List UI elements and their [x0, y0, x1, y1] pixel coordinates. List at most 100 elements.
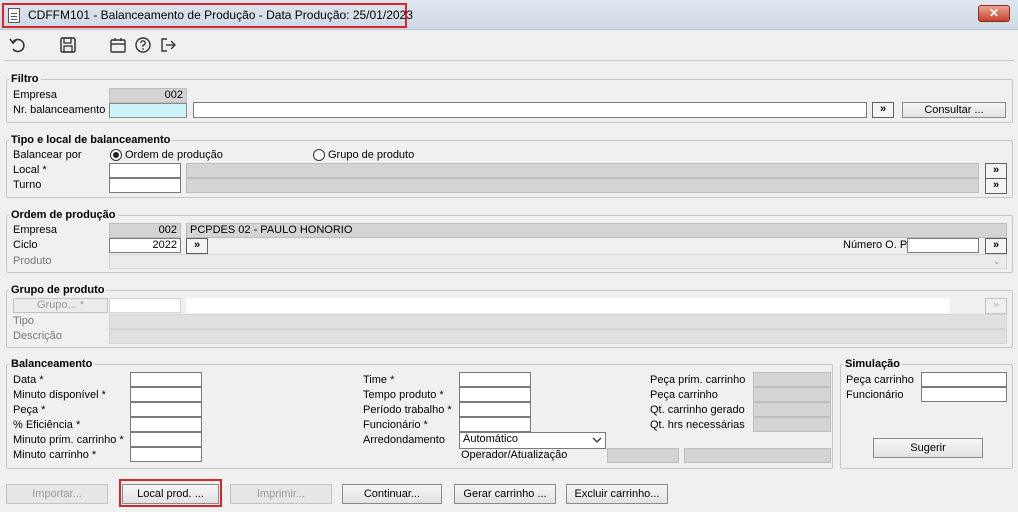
close-button[interactable]: ✕ [978, 5, 1010, 22]
op-empresa-nome-field: PCPDES 02 - PAULO HONORIO [186, 223, 1007, 238]
filtro-legend: Filtro [11, 73, 39, 85]
tempo-produto-input[interactable] [459, 387, 531, 402]
turno-input[interactable] [109, 178, 181, 193]
periodo-trabalho-label: Período trabalho * [363, 404, 452, 416]
document-icon [8, 8, 20, 23]
nr-balanceamento-lookup-button[interactable]: » [872, 102, 894, 118]
balancear-por-label: Balancear por [13, 149, 82, 161]
gerar-carrinho-button[interactable]: Gerar carrinho ... [454, 484, 556, 504]
ciclo-input[interactable]: 2022 [109, 238, 181, 253]
calendar-icon[interactable] [108, 35, 128, 55]
tipo-local-legend: Tipo e local de balanceamento [11, 134, 171, 146]
funcionario-input[interactable] [459, 417, 531, 432]
radio-grupo-produto-label[interactable]: Grupo de produto [328, 149, 414, 162]
turno-descricao-field [186, 178, 979, 193]
qt-hrs-necessarias-field [753, 417, 831, 432]
imprimir-button: Imprimir... [230, 484, 332, 504]
data-input[interactable] [130, 372, 202, 387]
peca-prim-carrinho-label: Peça prim. carrinho [650, 374, 746, 386]
importar-button: Importar... [6, 484, 108, 504]
time-input[interactable] [459, 372, 531, 387]
turno-label: Turno [13, 179, 42, 191]
arredondamento-value: Automático [463, 433, 519, 445]
continuar-button[interactable]: Continuar... [342, 484, 442, 504]
minuto-carrinho-label: Minuto carrinho * [13, 449, 97, 461]
sim-peca-carrinho-label: Peça carrinho [846, 374, 914, 386]
simulacao-legend: Simulação [845, 358, 901, 370]
peca-carrinho-field [753, 387, 831, 402]
operador-field [607, 448, 679, 463]
radio-ordem-producao[interactable] [110, 149, 122, 161]
produto-label: Produto [13, 255, 52, 267]
periodo-trabalho-input[interactable] [459, 402, 531, 417]
sim-funcionario-label: Funcionário [846, 389, 904, 401]
local-descricao-field [186, 163, 979, 178]
ordem-producao-legend: Ordem de produção [11, 209, 116, 221]
grupo-lookup-button: » [985, 298, 1007, 314]
numero-op-lookup-button[interactable]: » [985, 238, 1007, 254]
time-label: Time * [363, 374, 395, 386]
tempo-produto-label: Tempo produto * [363, 389, 444, 401]
radio-ordem-producao-label[interactable]: Ordem de produção [125, 149, 223, 162]
sim-funcionario-input[interactable] [921, 387, 1007, 402]
consultar-button[interactable]: Consultar ... [902, 102, 1006, 118]
empresa-label: Empresa [13, 89, 58, 101]
tipo-field [109, 314, 1007, 329]
funcionario-label: Funcionário * [363, 419, 428, 431]
operador-label: Operador/Atualização [461, 449, 568, 461]
grupo-input [109, 298, 181, 313]
op-empresa-label: Empresa [13, 224, 58, 236]
local-label: Local * [13, 164, 47, 176]
data-label: Data * [13, 374, 44, 386]
peca-label: Peça * [13, 404, 46, 416]
nr-balanceamento-input[interactable] [109, 103, 187, 118]
toolbar-separator [4, 60, 1014, 61]
peca-input[interactable] [130, 402, 202, 417]
window-title: CDFFM101 - Balanceamento de Produção - D… [28, 8, 413, 22]
minuto-disponivel-input[interactable] [130, 387, 202, 402]
grupo-descricao-field [186, 298, 950, 313]
filtro-empresa-field: 002 [109, 88, 187, 103]
arredondamento-select[interactable]: Automático [459, 432, 606, 449]
excluir-carrinho-button[interactable]: Excluir carrinho... [566, 484, 668, 504]
save-icon[interactable] [58, 35, 78, 55]
local-prod-button[interactable]: Local prod. ... [122, 484, 219, 504]
peca-prim-carrinho-field [753, 372, 831, 387]
grupo-button: Grupo... * [13, 298, 108, 313]
descricao-field [109, 329, 1007, 344]
turno-lookup-button[interactable]: » [985, 178, 1007, 194]
numero-op-input[interactable] [907, 238, 979, 253]
descricao-label: Descrição [13, 330, 62, 342]
sugerir-button[interactable]: Sugerir [873, 438, 983, 458]
minuto-disponivel-label: Minuto disponível * [13, 389, 106, 401]
qt-carrinho-gerado-field [753, 402, 831, 417]
produto-select [109, 254, 1007, 269]
ciclo-lookup-button[interactable]: » [186, 238, 208, 254]
tipo-label: Tipo [13, 315, 34, 327]
local-lookup-button[interactable]: » [985, 163, 1007, 179]
nr-balanceamento-label: Nr. balanceamento [13, 104, 106, 116]
sim-peca-carrinho-input[interactable] [921, 372, 1007, 387]
arredondamento-label: Arredondamento [363, 434, 445, 446]
qt-hrs-necessarias-label: Qt. hrs necessárias [650, 419, 745, 431]
exit-icon[interactable] [158, 35, 178, 55]
help-icon[interactable] [133, 35, 153, 55]
chevron-down-icon: ⌄ [993, 256, 1001, 266]
qt-carrinho-gerado-label: Qt. carrinho gerado [650, 404, 745, 416]
numero-op-label: Número O. P. [843, 239, 909, 251]
eficiencia-input[interactable] [130, 417, 202, 432]
minuto-prim-carrinho-input[interactable] [130, 432, 202, 447]
minuto-prim-carrinho-label: Minuto prim. carrinho * [13, 434, 124, 446]
balanceamento-descricao-field[interactable] [193, 102, 867, 118]
radio-grupo-produto[interactable] [313, 149, 325, 161]
balanceamento-legend: Balanceamento [11, 358, 93, 370]
grupo-produto-legend: Grupo de produto [11, 284, 105, 296]
chevron-down-icon[interactable] [591, 434, 603, 449]
undo-icon[interactable] [8, 35, 28, 55]
atualizacao-field [684, 448, 831, 463]
peca-carrinho-label: Peça carrinho [650, 389, 718, 401]
minuto-carrinho-input[interactable] [130, 447, 202, 462]
op-empresa-field: 002 [109, 223, 181, 238]
ciclo-label: Ciclo [13, 239, 38, 251]
local-input[interactable] [109, 163, 181, 178]
